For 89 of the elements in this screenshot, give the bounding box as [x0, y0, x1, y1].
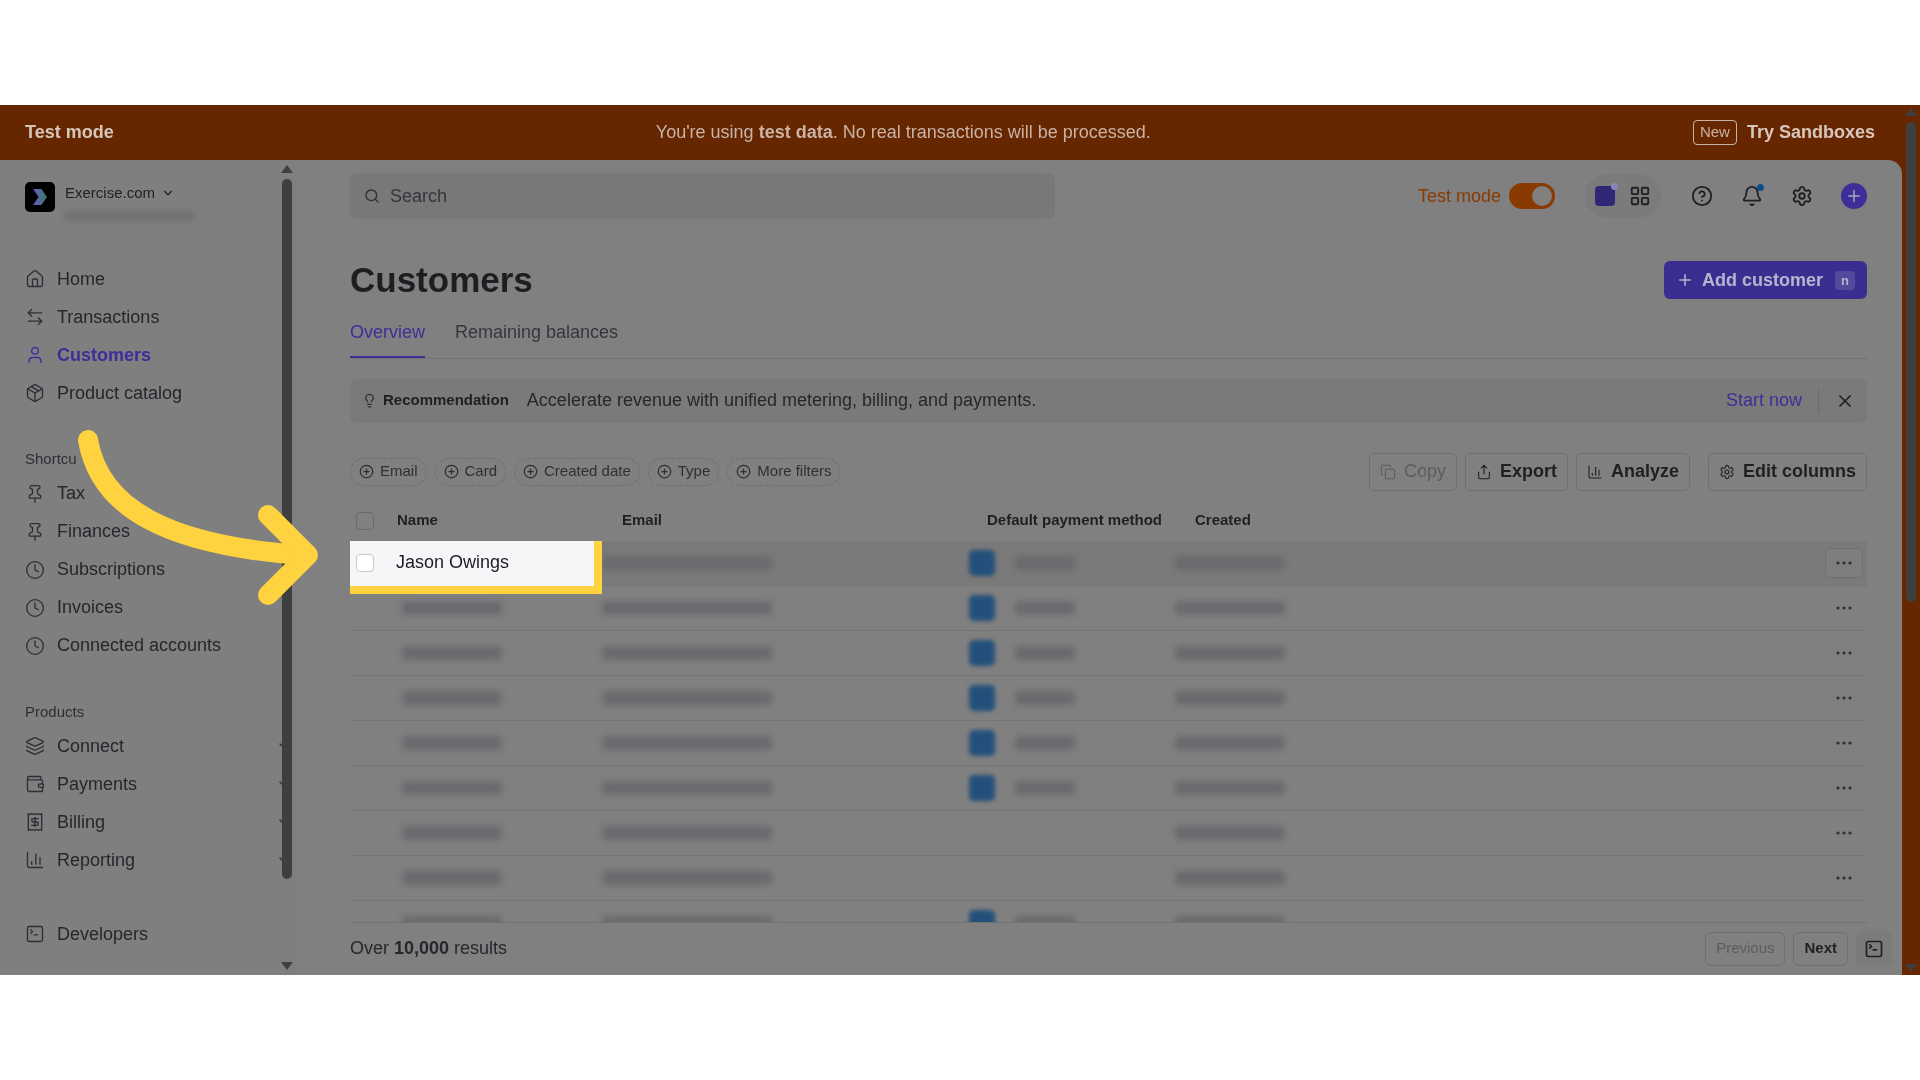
banner-label: Test mode: [25, 121, 114, 144]
sidebar-item[interactable]: Customers: [57, 341, 152, 369]
scroll-down-icon[interactable]: [1905, 964, 1917, 972]
app-icon[interactable]: [1595, 186, 1615, 206]
layers-icon: [25, 736, 45, 756]
recommendation-text: Accelerate revenue with unified metering, billing, and payments.: [526, 389, 1037, 412]
more-icon: [1836, 785, 1852, 790]
sidebar-item[interactable]: Product catalog: [57, 379, 183, 407]
sidebar-item[interactable]: Reporting: [57, 846, 136, 874]
new-badge: New: [1692, 120, 1737, 145]
more-icon: [1836, 605, 1852, 610]
account-name[interactable]: Exercise.com: [65, 182, 156, 205]
sidebar-item[interactable]: Home: [57, 265, 105, 293]
customer-name[interactable]: Jason Owings: [396, 549, 510, 576]
column-header: Name: [397, 510, 439, 531]
sidebar-item[interactable]: Finances: [57, 518, 131, 545]
sandboxes-link[interactable]: Try Sandboxes: [1746, 119, 1875, 146]
wallet-icon: [25, 774, 45, 794]
clock-icon: [25, 597, 45, 618]
more-icon: [1836, 740, 1852, 745]
column-header: Created: [1195, 510, 1251, 531]
notification-icon[interactable]: [1741, 185, 1763, 207]
results-count: Over 10,000 results: [350, 937, 508, 960]
sidebar-item[interactable]: Subscriptions: [57, 556, 166, 583]
sidebar-item[interactable]: Developers: [57, 920, 149, 948]
more-icon: [1836, 650, 1852, 655]
start-now-link[interactable]: Start now: [1725, 387, 1802, 414]
banner-message: You're using test data. No real transactions will be processed.: [655, 121, 1151, 144]
test-mode-label: Test mode: [1417, 184, 1501, 208]
terminal-button[interactable]: [1856, 930, 1892, 967]
tab[interactable]: Overview: [350, 318, 425, 358]
create-button[interactable]: [1841, 183, 1867, 209]
plus-circle-icon: [656, 464, 672, 479]
toolbar-button[interactable]: Analyze: [1575, 452, 1690, 491]
sidebar-item[interactable]: Connect: [57, 732, 125, 760]
add-customer-button[interactable]: Add customer n: [1664, 261, 1867, 300]
tab[interactable]: Remaining balances: [455, 318, 619, 358]
more-icon: [1836, 830, 1852, 835]
receipt-icon: [25, 812, 45, 832]
sidebar-item[interactable]: Billing: [57, 808, 106, 836]
scroll-up-icon[interactable]: [1905, 108, 1917, 116]
more-icon: [1836, 695, 1852, 700]
plus-circle-icon: [736, 464, 752, 479]
plus-circle-icon: [359, 464, 374, 479]
test-mode-toggle[interactable]: [1509, 183, 1555, 209]
clock-icon: [25, 635, 45, 656]
sidebar-item[interactable]: Payments: [57, 770, 138, 798]
plus-circle-icon: [523, 464, 539, 479]
row-menu-button[interactable]: [1825, 547, 1863, 578]
more-icon: [1836, 875, 1852, 880]
sidebar-item[interactable]: Transactions: [57, 303, 160, 331]
pagination-button[interactable]: Next: [1793, 931, 1848, 966]
more-icon: [1836, 560, 1852, 565]
home-icon: [25, 269, 45, 289]
clock-icon: [25, 559, 45, 580]
bar-chart-icon: [1586, 463, 1603, 480]
search-icon: [364, 188, 380, 204]
page-title: Customers: [350, 259, 533, 301]
column-header: Email: [622, 510, 664, 531]
plus-icon: [1845, 187, 1863, 205]
help-icon[interactable]: [1691, 185, 1713, 207]
scrollbar-thumb[interactable]: [282, 179, 292, 879]
plus-circle-icon: [443, 464, 459, 479]
toolbar-button[interactable]: Edit columns: [1708, 452, 1867, 491]
settings-icon: [1719, 463, 1735, 480]
sidebar-item[interactable]: Connected accounts: [57, 632, 222, 659]
bar-chart-icon: [25, 850, 45, 870]
settings-icon[interactable]: [1791, 185, 1813, 207]
sidebar-item[interactable]: Invoices: [57, 594, 124, 621]
terminal-icon: [25, 924, 45, 944]
section-title: Shortcu: [25, 449, 78, 469]
shortcut-key: n: [1835, 270, 1855, 290]
export-icon: [1475, 463, 1492, 480]
lightbulb-icon: [362, 393, 377, 408]
transfer-arrows-icon: [25, 307, 45, 327]
logo-icon: [25, 182, 55, 212]
sidebar-item[interactable]: Tax: [57, 480, 85, 507]
toolbar-button[interactable]: Export: [1464, 452, 1568, 491]
apps-icon[interactable]: [1629, 185, 1651, 207]
row-checkbox[interactable]: [356, 553, 374, 572]
scroll-up-icon[interactable]: [281, 165, 293, 173]
terminal-icon: [1864, 938, 1884, 959]
recommendation-label: Recommendation: [383, 390, 509, 411]
scrollbar-thumb[interactable]: [1906, 122, 1916, 602]
column-header: Default payment method: [987, 510, 1164, 531]
search-field[interactable]: Search: [350, 173, 1055, 219]
box-icon: [25, 383, 45, 403]
section-title: Products: [25, 701, 86, 722]
copy-icon: [1379, 463, 1396, 480]
